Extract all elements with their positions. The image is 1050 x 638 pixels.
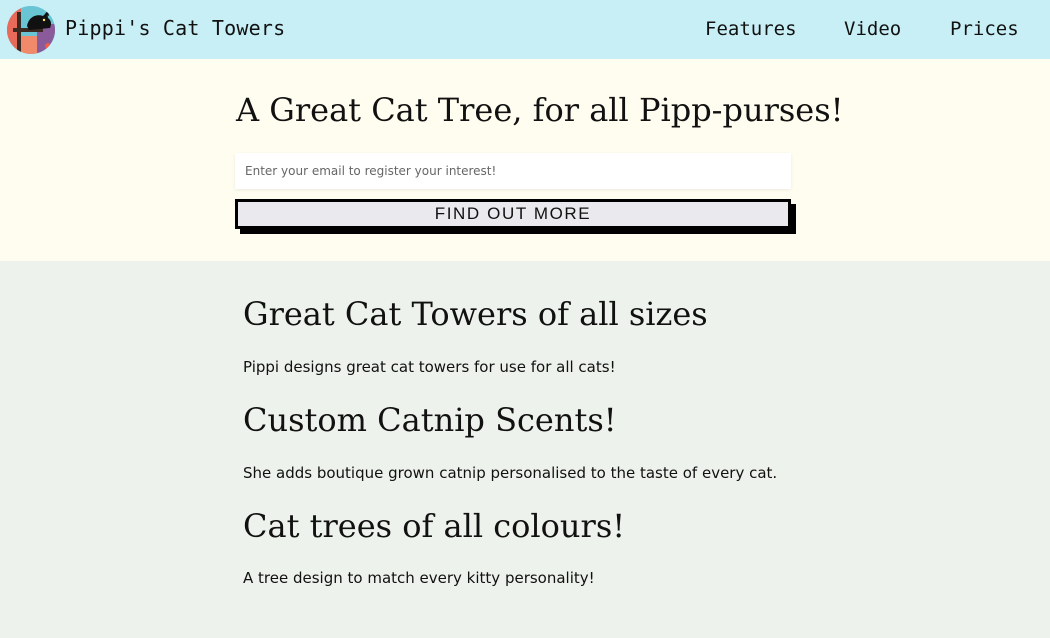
feature-text-colours: A tree design to match every kitty perso… bbox=[243, 569, 595, 587]
feature-title-sizes: Great Cat Towers of all sizes bbox=[243, 295, 708, 333]
cat-tower-logo-icon[interactable] bbox=[7, 6, 55, 54]
nav-link-features[interactable]: Features bbox=[705, 18, 797, 40]
feature-title-colours: Cat trees of all colours! bbox=[243, 507, 626, 545]
nav-link-prices[interactable]: Prices bbox=[950, 18, 1019, 40]
hero-section: A Great Cat Tree, for all Pipp-purses! F… bbox=[0, 59, 1050, 261]
site-header: Pippi's Cat Towers Features Video Prices bbox=[0, 0, 1050, 59]
nav-link-video[interactable]: Video bbox=[844, 18, 901, 40]
feature-text-sizes: Pippi designs great cat towers for use f… bbox=[243, 358, 616, 376]
email-input[interactable] bbox=[235, 153, 791, 189]
feature-title-catnip: Custom Catnip Scents! bbox=[243, 401, 617, 439]
hero-title: A Great Cat Tree, for all Pipp-purses! bbox=[236, 91, 844, 129]
brand-title: Pippi's Cat Towers bbox=[65, 16, 286, 40]
find-out-more-button[interactable]: FIND OUT MORE bbox=[235, 199, 791, 229]
feature-text-catnip: She adds boutique grown catnip personali… bbox=[243, 464, 778, 482]
